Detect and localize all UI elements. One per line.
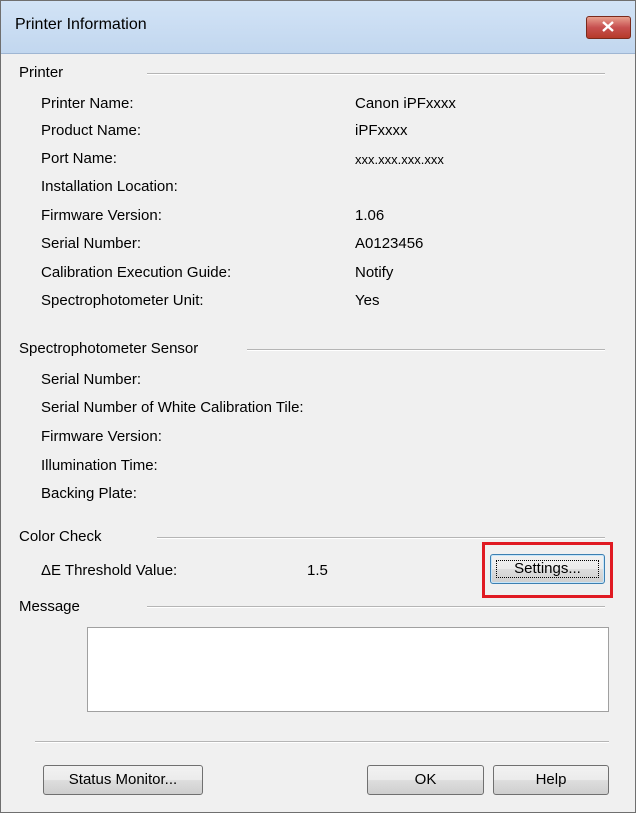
settings-highlight-box [482,542,613,598]
printer-name-value: Canon iPFxxxx [355,95,456,112]
firmware-version-label: Firmware Version: [41,207,162,224]
printer-group-title: Printer [19,64,64,81]
product-name-value: iPFxxxx [355,122,408,139]
sensor-serial-number-label: Serial Number: [41,371,142,388]
printer-information-dialog: Printer Information Printer Printer Name… [0,0,636,813]
status-monitor-button[interactable]: Status Monitor... [43,765,203,795]
calibration-guide-value: Notify [355,264,394,281]
message-group-divider [147,606,605,608]
spectrophotometer-unit-label: Spectrophotometer Unit: [41,292,204,309]
firmware-version-value: 1.06 [355,207,385,224]
port-name-label: Port Name: [41,150,117,167]
help-button-label: Help [535,771,567,788]
sensor-group-divider [247,349,605,351]
message-group-title: Message [19,598,80,615]
close-button[interactable] [586,16,631,39]
port-name-value: xxx.xxx.xxx.xxx [355,152,444,167]
ok-button[interactable]: OK [367,765,484,795]
spectrophotometer-unit-value: Yes [355,292,380,309]
help-button[interactable]: Help [493,765,609,795]
serial-number-label: Serial Number: [41,235,142,252]
calibration-guide-label: Calibration Execution Guide: [41,264,232,281]
status-monitor-button-label: Status Monitor... [68,771,178,788]
delta-e-threshold-label: ΔE Threshold Value: [41,562,178,579]
printer-group-divider [147,73,605,75]
color-check-group-title: Color Check [19,528,102,545]
installation-location-label: Installation Location: [41,178,178,195]
backing-plate-label: Backing Plate: [41,485,137,502]
illumination-time-label: Illumination Time: [41,457,158,474]
serial-number-value: A0123456 [355,235,424,252]
dialog-title: Printer Information [15,16,147,33]
color-check-divider [157,537,605,539]
message-textbox[interactable] [87,627,609,712]
footer-divider [35,741,609,743]
sensor-group-title: Spectrophotometer Sensor [19,340,199,357]
delta-e-threshold-value: 1.5 [307,562,328,579]
sensor-firmware-version-label: Firmware Version: [41,428,162,445]
title-bar: Printer Information [1,1,635,54]
ok-button-label: OK [414,771,437,788]
printer-name-label: Printer Name: [41,95,134,112]
product-name-label: Product Name: [41,122,142,139]
white-tile-serial-label: Serial Number of White Calibration Tile: [41,399,304,416]
close-icon [602,21,614,32]
